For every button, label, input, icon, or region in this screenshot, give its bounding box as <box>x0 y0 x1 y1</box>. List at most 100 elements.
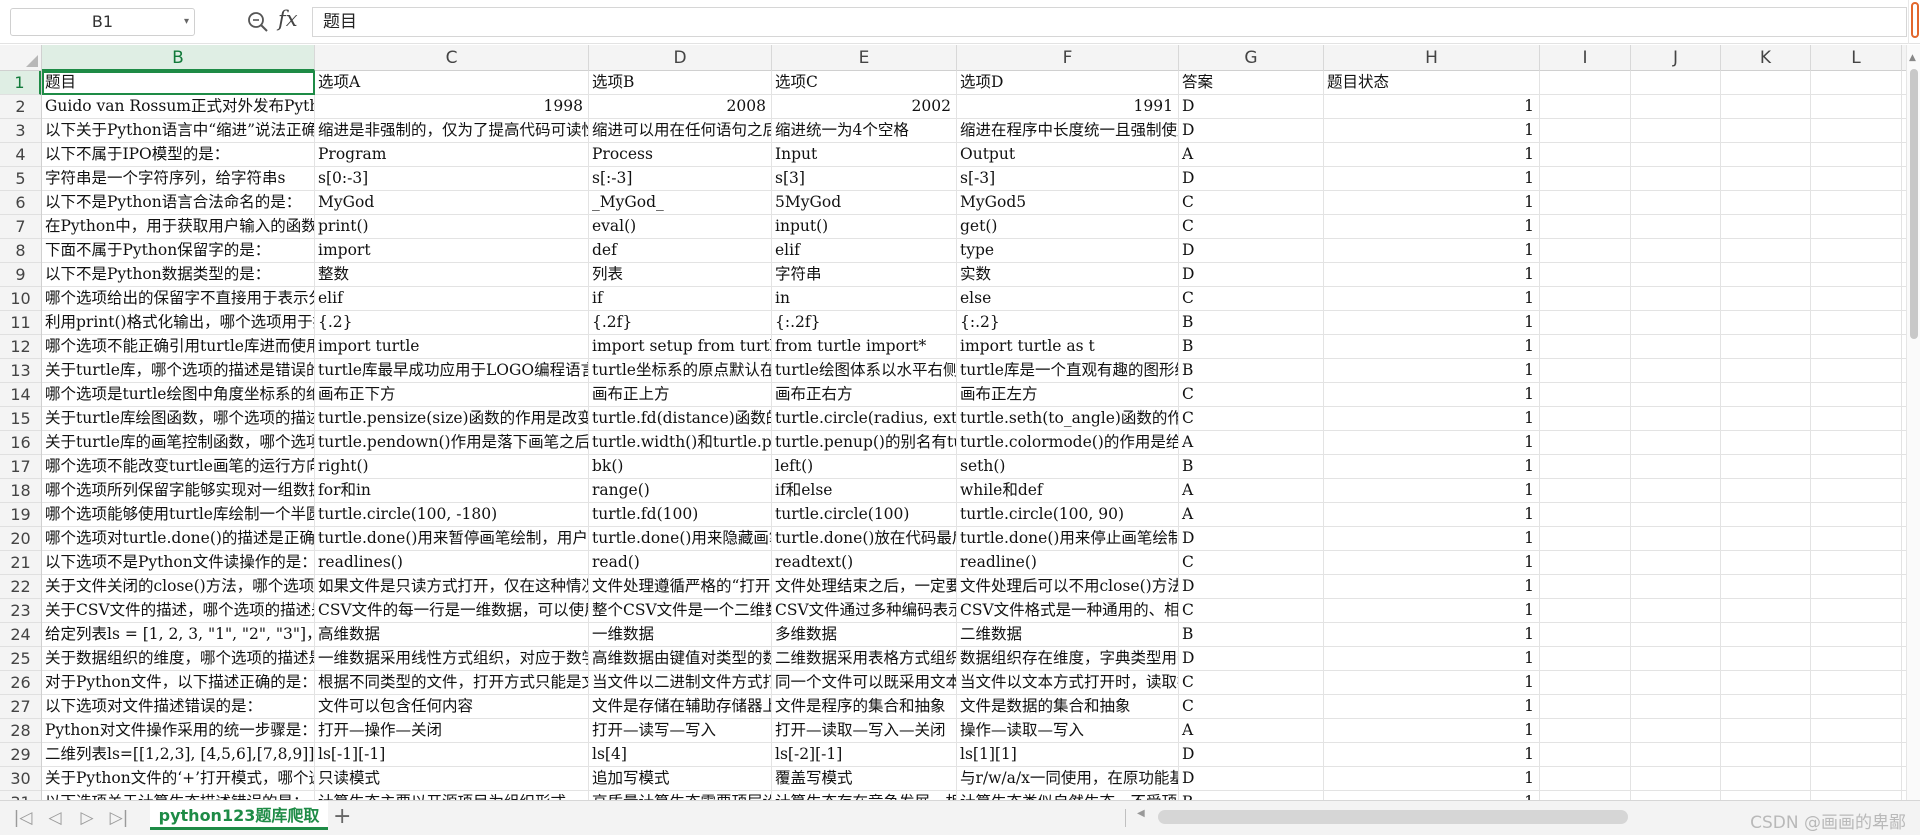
cell-f[interactable]: get() <box>957 215 1179 239</box>
cell-g[interactable]: C <box>1179 407 1324 431</box>
cell-c[interactable]: {.2} <box>315 311 589 335</box>
cell-k[interactable] <box>1721 599 1811 623</box>
cell-h[interactable]: 1 <box>1324 215 1540 239</box>
cell-i[interactable] <box>1540 791 1631 800</box>
cell-f[interactable]: 数据组织存在维度，字典类型用于表示一维和二维数据 <box>957 647 1179 671</box>
cell-b[interactable]: 哪个选项不能正确引用turtle库进而使用setup()函数 <box>42 335 315 359</box>
cell-i[interactable] <box>1540 383 1631 407</box>
cell-k[interactable] <box>1721 239 1811 263</box>
last-sheet-icon[interactable]: ▷| <box>108 808 130 828</box>
name-box[interactable]: B1 ▾ <box>10 8 195 36</box>
cell-k[interactable] <box>1721 383 1811 407</box>
cell-e[interactable]: turtle绘图体系以水平右侧为绝对方位的0度 <box>772 359 957 383</box>
cell-c[interactable]: import <box>315 239 589 263</box>
cell-i[interactable] <box>1540 719 1631 743</box>
cell-e[interactable]: 计算生态存在竞争发展、相互依存和迅速更迭的特点 <box>772 791 957 800</box>
cell-h[interactable]: 1 <box>1324 623 1540 647</box>
cell-i[interactable] <box>1540 575 1631 599</box>
cell-g[interactable]: C <box>1179 695 1324 719</box>
cell-f[interactable]: 缩进在程序中长度统一且强制使用 <box>957 119 1179 143</box>
cell-j[interactable] <box>1631 287 1721 311</box>
cell-e[interactable]: ls[-2][-1] <box>772 743 957 767</box>
cell-e[interactable]: in <box>772 287 957 311</box>
cell-d[interactable]: 追加写模式 <box>589 767 772 791</box>
cell-c[interactable]: turtle库最早成功应用于LOGO编程语言 <box>315 359 589 383</box>
cell-i[interactable] <box>1540 95 1631 119</box>
cell-k[interactable] <box>1721 71 1811 95</box>
cell-f[interactable]: {:.2} <box>957 311 1179 335</box>
cell-f[interactable]: CSV文件格式是一种通用的、相对简单的文件格式，应用于程序之间转移表格数据 <box>957 599 1179 623</box>
cell-g[interactable]: C <box>1179 551 1324 575</box>
cell-f[interactable]: s[-3] <box>957 167 1179 191</box>
cell-l[interactable] <box>1811 671 1902 695</box>
cell-i[interactable] <box>1540 599 1631 623</box>
column-header-i[interactable]: I <box>1540 45 1631 71</box>
cell-i[interactable] <box>1540 527 1631 551</box>
cell-j[interactable] <box>1631 383 1721 407</box>
cell-h[interactable]: 1 <box>1324 479 1540 503</box>
cell-i[interactable] <box>1540 215 1631 239</box>
cell-l[interactable] <box>1811 719 1902 743</box>
cell-b[interactable]: 关于turtle库绘图函数，哪个选项的描述是错误的 <box>42 407 315 431</box>
cell-e[interactable]: 二维数据采用表格方式组织，对应于数学中的矩阵 <box>772 647 957 671</box>
column-header-k[interactable]: K <box>1721 45 1811 71</box>
cell-d[interactable]: 文件处理遵循严格的“打开-操作-关闭”模式 <box>589 575 772 599</box>
cell-j[interactable] <box>1631 551 1721 575</box>
cell-l[interactable] <box>1811 527 1902 551</box>
cell-f[interactable]: turtle.seth(to_angle)函数的作用是设置小海龟当前行进方向为t… <box>957 407 1179 431</box>
next-sheet-icon[interactable]: ▷ <box>76 808 98 828</box>
cell-c[interactable]: turtle.pensize(size)函数的作用是改变画笔的宽度为size像素 <box>315 407 589 431</box>
cell-c[interactable]: MyGod <box>315 191 589 215</box>
cell-j[interactable] <box>1631 239 1721 263</box>
select-all-button[interactable] <box>0 45 42 71</box>
row-header[interactable]: 31 <box>0 791 41 800</box>
cell-l[interactable] <box>1811 119 1902 143</box>
cell-g[interactable]: D <box>1179 95 1324 119</box>
cell-h[interactable]: 1 <box>1324 143 1540 167</box>
cell-g[interactable]: C <box>1179 215 1324 239</box>
cell-e[interactable]: input() <box>772 215 957 239</box>
cell-b[interactable]: 哪个选项是turtle绘图中角度坐标系的绝对0度方向 <box>42 383 315 407</box>
cell-e[interactable]: left() <box>772 455 957 479</box>
cell-i[interactable] <box>1540 767 1631 791</box>
row-header[interactable]: 2 <box>0 95 41 119</box>
column-header-f[interactable]: F <box>957 45 1179 71</box>
cell-c[interactable]: readlines() <box>315 551 589 575</box>
cell-b[interactable]: 关于Python文件的‘+’打开模式，哪个选项的描述是正确的 <box>42 767 315 791</box>
cell-g[interactable]: D <box>1179 575 1324 599</box>
cell-d[interactable]: turtle.fd(100) <box>589 503 772 527</box>
row-header[interactable]: 20 <box>0 527 41 551</box>
cell-b[interactable]: 对于Python文件，以下描述正确的是： <box>42 671 315 695</box>
cell-d[interactable]: 缩进可以用在任何语句之后 <box>589 119 772 143</box>
cell-j[interactable] <box>1631 599 1721 623</box>
cell-f[interactable]: 画布正左方 <box>957 383 1179 407</box>
row-header[interactable]: 21 <box>0 551 41 575</box>
row-header[interactable]: 14 <box>0 383 41 407</box>
cell-e[interactable]: 同一个文件可以既采用文本方式打开，也可以采用二进制方式打开 <box>772 671 957 695</box>
cell-l[interactable] <box>1811 191 1902 215</box>
cell-j[interactable] <box>1631 215 1721 239</box>
cell-c[interactable]: elif <box>315 287 589 311</box>
cell-f[interactable]: 与r/w/a/x一同使用，在原功能基础上增加同时读写功能 <box>957 767 1179 791</box>
cell-d[interactable]: turtle.width()和turtle.pensize()都可以用来设置画笔… <box>589 431 772 455</box>
cell-l[interactable] <box>1811 71 1902 95</box>
cell-c[interactable]: 缩进是非强制的，仅为了提高代码可读性 <box>315 119 589 143</box>
cell-f[interactable]: 选项D <box>957 71 1179 95</box>
cell-j[interactable] <box>1631 167 1721 191</box>
cell-c[interactable]: Program <box>315 143 589 167</box>
cell-c[interactable]: 如果文件是只读方式打开，仅在这种情况下可以不用close()方法关闭文件 <box>315 575 589 599</box>
cell-g[interactable]: A <box>1179 479 1324 503</box>
cell-e[interactable]: 文件是程序的集合和抽象 <box>772 695 957 719</box>
cell-i[interactable] <box>1540 479 1631 503</box>
cell-c[interactable]: 根据不同类型的文件，打开方式只能是文本或者二进制中的一种 <box>315 671 589 695</box>
cell-g[interactable]: D <box>1179 527 1324 551</box>
cell-j[interactable] <box>1631 743 1721 767</box>
scroll-left-icon[interactable]: ◀ <box>1137 808 1145 819</box>
cell-b[interactable]: 给定列表ls = [1, 2, 3, "1", "2", "3"]，其元素包含2… <box>42 623 315 647</box>
horizontal-scroll-thumb[interactable] <box>1158 810 1628 824</box>
row-header[interactable]: 19 <box>0 503 41 527</box>
cell-d[interactable]: turtle.done()用来隐藏画笔，停止绘制 <box>589 527 772 551</box>
cell-i[interactable] <box>1540 119 1631 143</box>
cell-i[interactable] <box>1540 335 1631 359</box>
row-header[interactable]: 24 <box>0 623 41 647</box>
